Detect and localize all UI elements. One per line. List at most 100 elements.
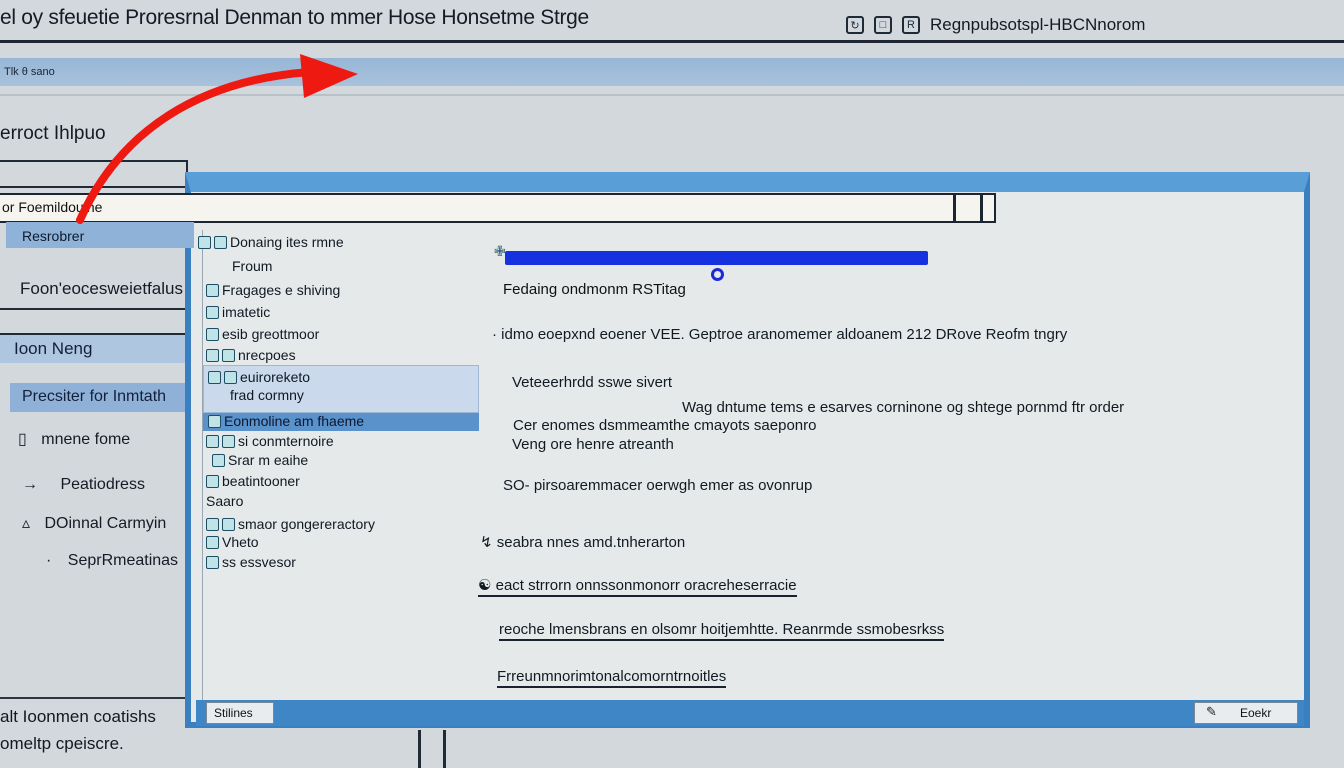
body-line[interactable]: ↯ seabra nnes amd.tnherarton (480, 533, 685, 551)
tree-item-label: nrecpoes (238, 347, 296, 363)
tree-item[interactable]: Saaro (206, 493, 243, 509)
tree-item[interactable]: frad cormny (230, 387, 304, 403)
progress-bar (505, 251, 928, 265)
tree-item[interactable]: ss essvesor (206, 554, 296, 570)
leaf-icon (206, 305, 219, 319)
tree-item[interactable]: euiroreketo (208, 369, 310, 385)
tree-item[interactable]: Vheto (206, 534, 259, 550)
leaf-icon (206, 474, 219, 488)
body-line: Cer enomes dsmmeamthe cmayots saeponro (513, 417, 817, 434)
tree-item[interactable]: Srar m eaihe (212, 452, 308, 468)
left-list-item[interactable]: ▯ mnene fome (18, 429, 130, 449)
bullet-icon: · (46, 552, 52, 569)
tree-item-label: beatintooner (222, 473, 300, 489)
ok-button-label: Eoekr (1240, 706, 1272, 720)
tree-item-label: Eonmoline am fhaeme (224, 413, 365, 429)
footer-note: alt Ioonmen coatishs (0, 707, 156, 726)
expand-icon: ▵ (22, 515, 31, 532)
address-bar-divider (980, 193, 983, 223)
tree-item-label: si conmternoire (238, 433, 334, 449)
node-icon (222, 348, 235, 362)
tree-item-label: euiroreketo (240, 369, 311, 385)
node-icon (224, 370, 237, 384)
left-list-item[interactable]: · SeprRmeatinas (46, 552, 178, 570)
node-icon (206, 517, 219, 531)
tree-item[interactable]: si conmternoire (206, 433, 334, 449)
left-list-item-label: DOinnal Carmyin (44, 515, 167, 532)
arrow-curve (76, 68, 314, 224)
login-tab-label: Ioon Neng (14, 339, 93, 358)
tree-item-label: Saaro (206, 493, 244, 509)
red-arrow-annotation (76, 54, 358, 224)
left-selected-label: Precsiter for Inmtath (22, 388, 167, 405)
field-divider (0, 308, 188, 310)
divider-line (418, 730, 421, 768)
left-list-item[interactable]: → Peatiodress (22, 476, 145, 494)
body-link[interactable]: Frreunmnorimtonalcomorntrnoitles (497, 668, 727, 688)
progress-handle[interactable] (711, 268, 724, 281)
divider-line (443, 730, 446, 768)
tree-item-label: Srar m eaihe (228, 452, 309, 468)
user-icon: ☯ (478, 577, 492, 594)
node-icon (222, 517, 235, 531)
body-line: · idmo eoepxnd eoener VEE. Geptroe arano… (492, 326, 1068, 343)
field-label: Foon'eocesweietfalus (20, 279, 183, 298)
link-icon: ↯ (480, 534, 493, 551)
tree-item[interactable]: smaor gongereractory (206, 516, 375, 532)
node-icon (206, 434, 219, 448)
window-title: el oy sfeuetie Proresrnal Denman to mmer… (0, 6, 589, 29)
pin-icon: ✙ (494, 243, 506, 259)
tree-item[interactable]: beatintooner (206, 473, 300, 489)
node-icon (208, 414, 221, 428)
status-button-label: Stilines (214, 706, 253, 720)
body-line-label: seabra nnes amd.tnherarton (496, 534, 686, 551)
left-list-item-label: SeprRmeatinas (67, 552, 179, 569)
node-icon (208, 370, 221, 384)
footer-note: omeltp cpeiscre. (0, 734, 124, 753)
dialog-footer-bar (196, 700, 1304, 726)
body-line: Wag dntume tems e esarves corninone og s… (682, 399, 1125, 416)
leaf-icon (212, 453, 225, 467)
tree-item-label: Froum (232, 258, 273, 274)
tree-item[interactable]: Froum (232, 258, 272, 274)
pen-icon: ✎ (1206, 704, 1217, 719)
tree-item[interactable]: imatetic (206, 304, 270, 320)
node-icon (206, 327, 219, 341)
tree-item[interactable]: nrecpoes (206, 347, 296, 363)
arrow-head (300, 54, 358, 98)
body-line: Veng ore henre atreanth (512, 436, 674, 453)
body-line: Veteeerhrdd sswe sivert (512, 374, 673, 391)
tree-item[interactable]: Fragages e shiving (206, 282, 340, 298)
tree-item-label: esib greottmoor (222, 326, 320, 342)
tree-item-label: ss essvesor (222, 554, 296, 570)
tree-item-label: smaor gongereractory (238, 516, 375, 532)
register-icon[interactable]: R (902, 16, 920, 34)
node-icon (206, 555, 219, 569)
node-icon (206, 535, 219, 549)
body-link[interactable]: reoche lmensbrans en olsomr hoitjemhtte.… (499, 621, 945, 641)
title-toolbar-label: Regnpubsotspl-HBCNnorom (930, 15, 1146, 34)
body-link-label: eact strrorn onnssonmonorr oracreheserra… (495, 577, 797, 594)
progress-label: Fedaing ondmonm RSTitag (503, 281, 686, 298)
left-list-item-label: Peatiodress (60, 476, 145, 493)
arrow-icon: → (22, 476, 38, 493)
leaf-icon (206, 283, 219, 297)
tree-item-label: Fragages e shiving (222, 282, 341, 298)
tree-item-label: imatetic (222, 304, 271, 320)
body-line: SO- pirsoaremmacer oerwgh emer as ovonru… (503, 477, 813, 494)
tree-item-label: Vheto (222, 534, 259, 550)
address-bar-divider (953, 193, 956, 223)
tree-item[interactable]: esib greottmoor (206, 326, 319, 342)
node-icon (206, 348, 219, 362)
window-icon[interactable]: □ (874, 16, 892, 34)
title-toolbar: ↻ □ R Regnpubsotspl-HBCNnorom (846, 12, 1145, 38)
tree-guide-line (202, 230, 203, 700)
left-list-item[interactable]: ▵ DOinnal Carmyin (22, 513, 166, 533)
node-icon (222, 434, 235, 448)
tree-item-active[interactable]: Eonmoline am fhaeme (208, 413, 364, 429)
left-list-item-label: mnene fome (41, 431, 131, 448)
refresh-icon[interactable]: ↻ (846, 16, 864, 34)
tree-item-label: frad cormny (230, 387, 304, 403)
body-link[interactable]: ☯ eact strrorn onnssonmonorr oracreheser… (478, 576, 797, 597)
left-footer-divider (0, 697, 194, 699)
